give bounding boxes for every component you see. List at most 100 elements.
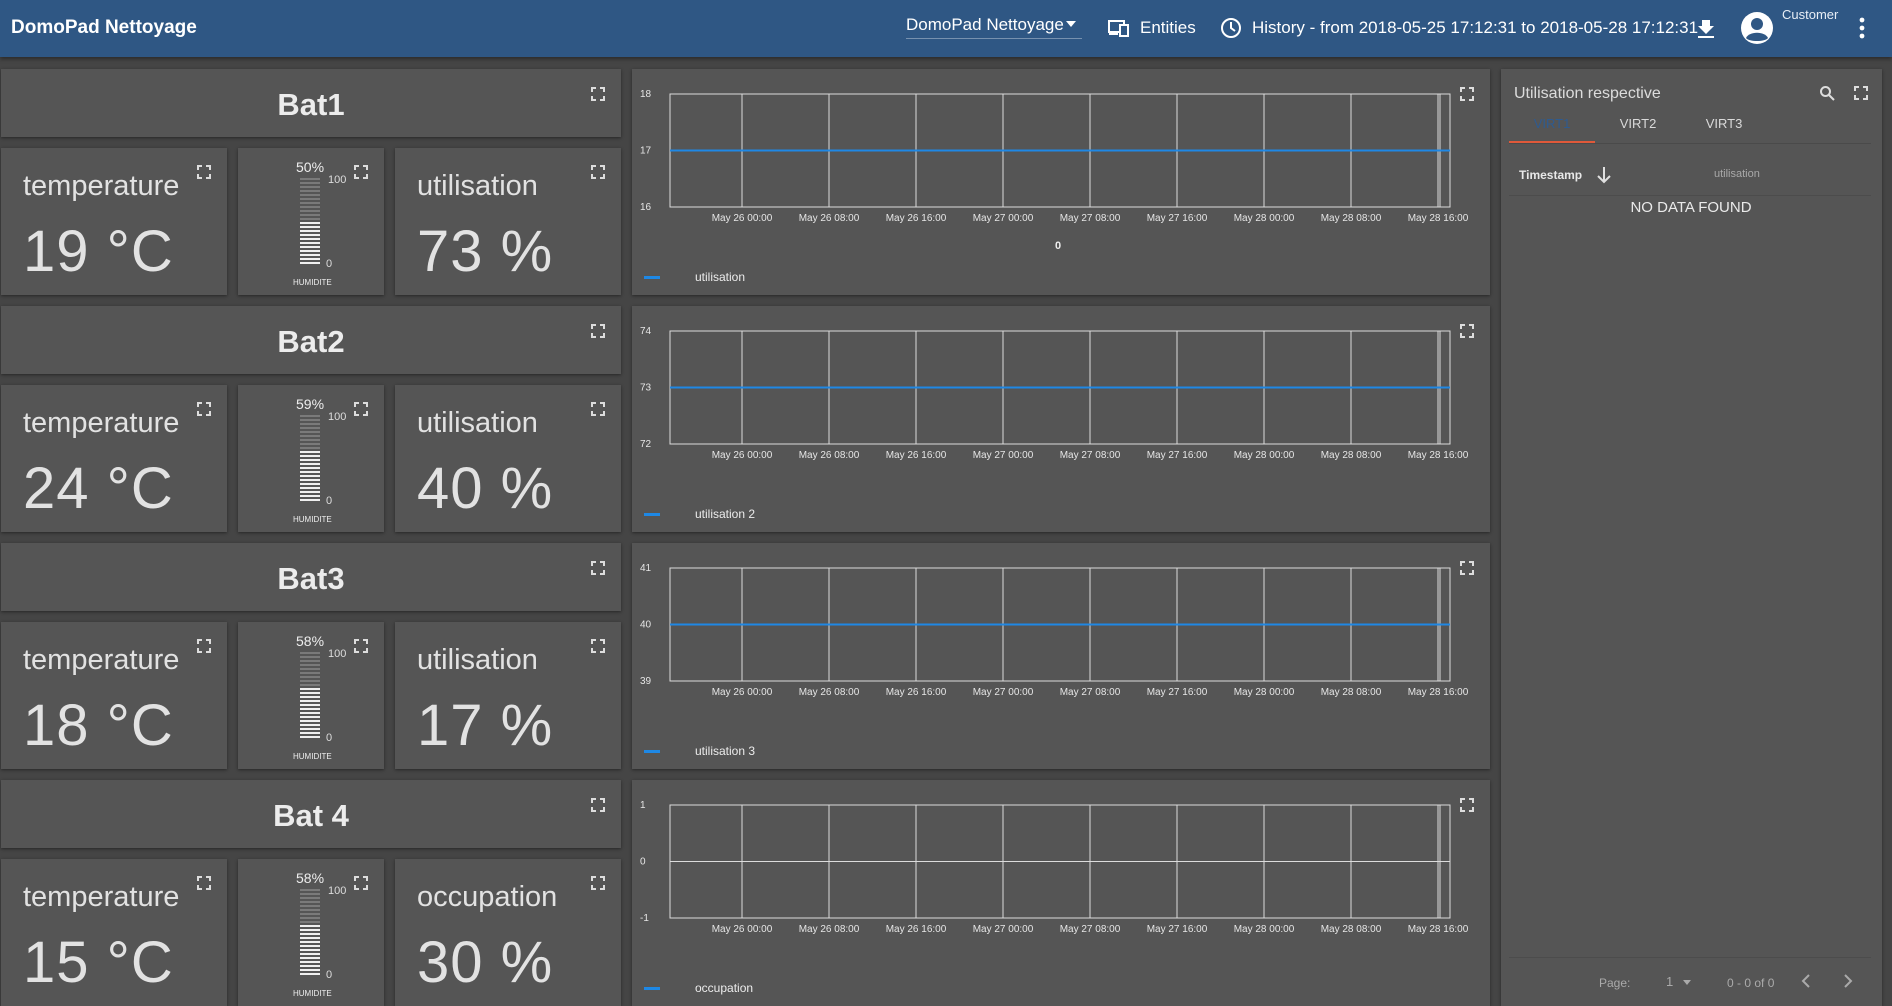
temperature-value: 18 °C [23,693,174,758]
gauge-bar-segment [300,435,320,437]
building-title: Bat1 [277,87,345,122]
column-header-utilisation[interactable]: utilisation [1714,168,1760,180]
gauge-bar-segment [300,660,320,662]
x-tick-label: May 26 08:00 [799,924,860,935]
entities-label: Entities [1140,18,1196,37]
fullscreen-icon[interactable] [1854,86,1868,100]
fullscreen-icon[interactable] [591,876,605,890]
gauge-bar-segment [300,688,320,690]
building-title-card: Bat2 [1,306,621,374]
arrow-down-icon[interactable] [1596,166,1612,184]
line-chart-card: May 26 00:00 May 26 08:00 May 26 16:00 May … [632,306,1490,532]
fullscreen-icon[interactable] [197,876,211,890]
gauge-bar-segment [300,234,320,236]
x-tick-label: May 27 16:00 [1147,450,1208,461]
page-select[interactable]: 1 [1666,974,1691,989]
legend-label[interactable]: utilisation 2 [695,507,755,521]
gauge-bar-segment [300,897,320,899]
humidity-bars [300,178,320,266]
x-tick-label: May 27 00:00 [973,450,1034,461]
y-tick-label: 18 [640,89,652,100]
x-tick-label: May 26 00:00 [712,687,773,698]
x-tick-label: May 27 08:00 [1060,213,1121,224]
x-tick-label: May 27 08:00 [1060,687,1121,698]
fullscreen-icon[interactable] [591,402,605,416]
fullscreen-icon[interactable] [354,402,368,416]
gauge-bar-segment [300,664,320,666]
gauge-bar-segment [300,190,320,192]
fullscreen-icon[interactable] [591,324,605,338]
entities-button[interactable]: Entities [1108,14,1196,42]
tab-virt2[interactable]: VIRT2 [1595,109,1681,143]
occupation-label: occupation [417,881,558,913]
dashboard-select[interactable]: DomoPad Nettoyage [906,15,1082,39]
gauge-bar-segment [300,491,320,493]
legend-label[interactable]: utilisation 3 [695,744,755,758]
fullscreen-icon[interactable] [354,165,368,179]
fullscreen-icon[interactable] [591,87,605,101]
humidity-bars [300,652,320,740]
gauge-bar-segment [300,953,320,955]
fullscreen-icon[interactable] [591,561,605,575]
gauge-bar-segment [300,463,320,465]
gauge-bar-segment [300,656,320,658]
gauge-bar-segment [300,479,320,481]
fullscreen-icon[interactable] [197,639,211,653]
gauge-bar-segment [300,194,320,196]
gauge-bar-segment [300,961,320,963]
fullscreen-icon[interactable] [591,639,605,653]
gauge-label: HUMIDITE [293,278,332,287]
gauge-bar-segment [300,921,320,923]
legend-label[interactable]: utilisation [695,270,745,284]
building-title: Bat 4 [273,798,349,833]
utilisation-value: 73 % [417,219,554,284]
divider [1509,957,1871,958]
legend-label[interactable]: occupation [695,981,753,995]
tab-virt1[interactable]: VIRT1 [1509,109,1595,143]
gauge-bar-segment [300,202,320,204]
more-vert-icon[interactable] [1858,16,1866,40]
gauge-label: HUMIDITE [293,515,332,524]
gauge-max: 100 [328,648,347,660]
chevron-right-icon[interactable] [1839,973,1855,989]
x-tick-label: May 28 08:00 [1321,213,1382,224]
chevron-down-icon [1682,980,1691,986]
account-icon[interactable] [1740,11,1774,45]
gauge-bar-segment [300,905,320,907]
gauge-bar-segment [300,672,320,674]
line-chart: May 26 00:00 May 26 08:00 May 26 16:00 May … [640,800,1469,935]
humidity-bars [300,415,320,503]
gauge-min: 0 [326,258,333,270]
gauge-max: 100 [328,411,347,423]
gauge-min: 0 [326,495,333,507]
utilisation-value: 17 % [417,693,554,758]
gauge-bar-segment [300,218,320,220]
temperature-card: temperature 18 °C [1,622,227,769]
humidity-percent: 58% [296,633,325,649]
column-header-timestamp[interactable]: Timestamp [1519,168,1582,182]
occupation-card: occupation 30 % [395,859,621,1006]
gauge-bar-segment [300,214,320,216]
utilisation-label: utilisation [417,644,538,676]
fullscreen-icon[interactable] [354,639,368,653]
gauge-bar-segment [300,909,320,911]
humidity-gauge-card: 59% 100 0 HUMIDITE [238,385,384,532]
gauge-bar-segment [300,692,320,694]
legend-swatch [644,276,660,279]
fullscreen-icon[interactable] [354,876,368,890]
download-icon[interactable] [1694,16,1718,40]
x-tick-label: May 26 00:00 [712,924,773,935]
chevron-left-icon[interactable] [1799,973,1815,989]
y-tick-label: 40 [640,620,652,631]
gauge-bar-segment [300,696,320,698]
fullscreen-icon[interactable] [197,402,211,416]
fullscreen-icon[interactable] [591,798,605,812]
tab-virt3[interactable]: VIRT3 [1681,109,1767,143]
gauge-bar-segment [300,186,320,188]
x-tick-label: May 26 08:00 [799,213,860,224]
gauge-label: HUMIDITE [293,752,332,761]
fullscreen-icon[interactable] [197,165,211,179]
search-icon[interactable] [1819,85,1835,101]
fullscreen-icon[interactable] [591,165,605,179]
history-button[interactable]: History - from 2018-05-25 17:12:31 to 20… [1220,14,1698,42]
